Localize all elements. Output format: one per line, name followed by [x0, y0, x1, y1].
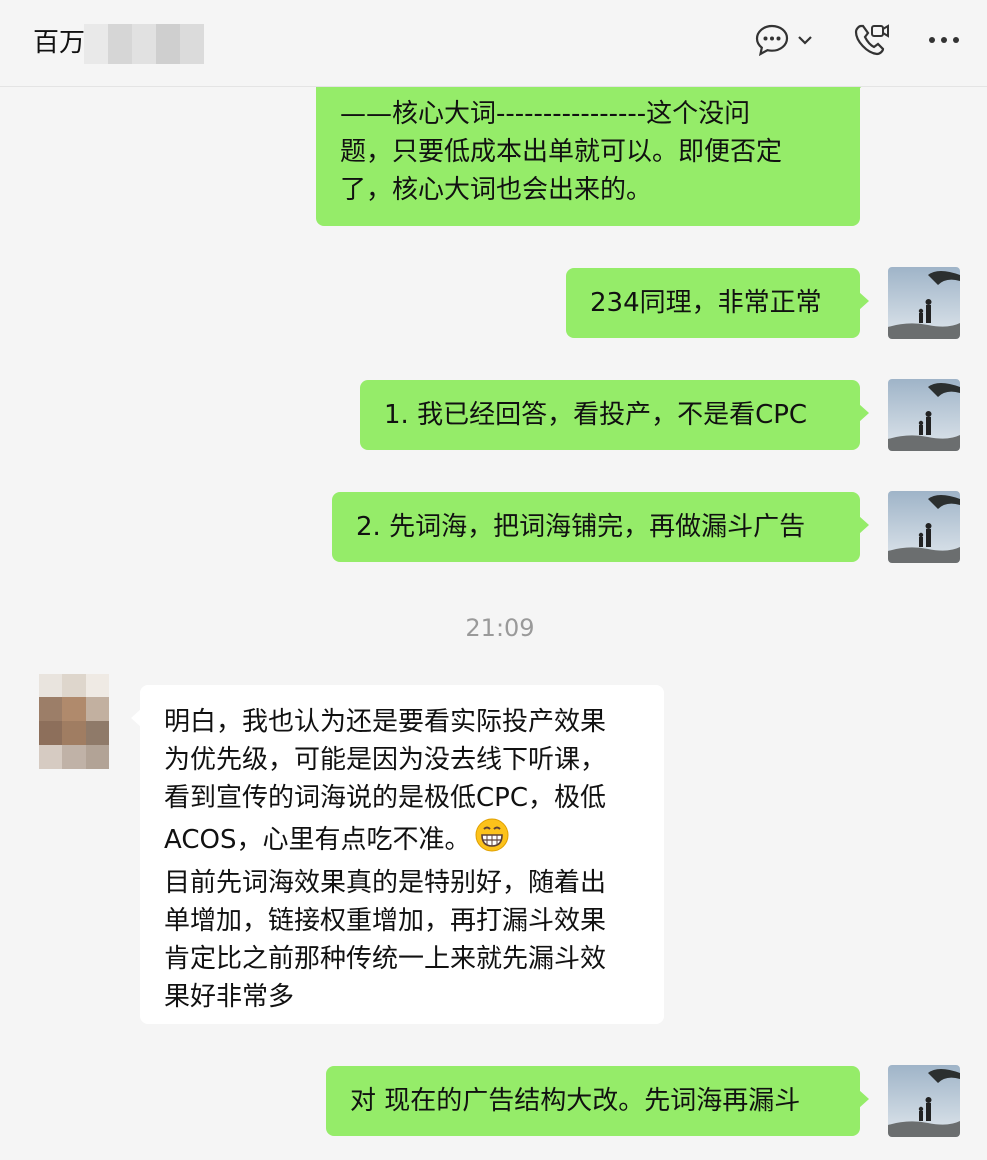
message-line: 肯定比之前那种传统一上来就先漏斗效	[164, 944, 607, 974]
message-line: ——核心大词----------------这个没问	[340, 99, 751, 129]
message-bubble-other[interactable]: 明白，我也认为还是要看实际投产效果 为优先级，可能是因为没去线下听课， 看到宣传…	[131, 685, 664, 1024]
message-line: 为优先级，可能是因为没去线下听课，	[164, 745, 607, 775]
message-line: 果好非常多	[164, 982, 295, 1012]
message-line: 目前先词海效果真的是特别好，随着出	[164, 868, 607, 898]
contact-name[interactable]: 百万	[33, 22, 85, 59]
message-line: 的公，公，搜索问题	[340, 87, 836, 95]
message-line: ACOS，心里有点吃不准。	[164, 825, 471, 855]
message-text: 234同理，非常正常	[590, 288, 822, 318]
more-icon[interactable]	[924, 20, 964, 60]
message-bubble-me[interactable]: 的公，公，搜索问题 ——核心大词----------------这个没问 题，只…	[316, 87, 869, 226]
message-bubble-me[interactable]: 2. 先词海，把词海铺完，再做漏斗广告	[332, 492, 869, 562]
video-call-icon[interactable]	[852, 20, 892, 60]
redacted-name-blur	[84, 24, 204, 64]
message-bubble-me[interactable]: 1. 我已经回答，看投产，不是看CPC	[360, 380, 869, 450]
message-bubble-me[interactable]: 对 现在的广告结构大改。先词海再漏斗	[326, 1066, 869, 1136]
my-avatar[interactable]	[888, 267, 960, 339]
message-bubble-me[interactable]: 234同理，非常正常	[566, 268, 869, 338]
message-text: 1. 我已经回答，看投产，不是看CPC	[384, 400, 808, 430]
message-line-with-emoji: ACOS，心里有点吃不准。	[164, 817, 640, 864]
message-line: 单增加，链接权重增加，再打漏斗效果	[164, 906, 607, 936]
grinning-face-emoji	[474, 817, 510, 864]
contact-avatar[interactable]	[39, 674, 109, 769]
chat-bubble-icon[interactable]	[752, 20, 792, 60]
message-line: 题，只要低成本出单就可以。即便否定	[340, 137, 783, 167]
my-avatar[interactable]	[888, 1065, 960, 1137]
chat-header: 百万	[0, 0, 987, 87]
chevron-down-icon[interactable]	[790, 20, 820, 60]
my-avatar[interactable]	[888, 491, 960, 563]
message-text: 对 现在的广告结构大改。先词海再漏斗	[350, 1086, 801, 1116]
message-line: 看到宣传的词海说的是极低CPC，极低	[164, 783, 606, 813]
message-line: 了，核心大词也会出来的。	[340, 175, 653, 205]
message-list[interactable]: 的公，公，搜索问题 ——核心大词----------------这个没问 题，只…	[0, 87, 987, 1160]
message-timestamp: 21:09	[465, 614, 535, 642]
message-text: 2. 先词海，把词海铺完，再做漏斗广告	[356, 512, 806, 542]
my-avatar[interactable]	[888, 379, 960, 451]
message-line: 明白，我也认为还是要看实际投产效果	[164, 707, 607, 737]
